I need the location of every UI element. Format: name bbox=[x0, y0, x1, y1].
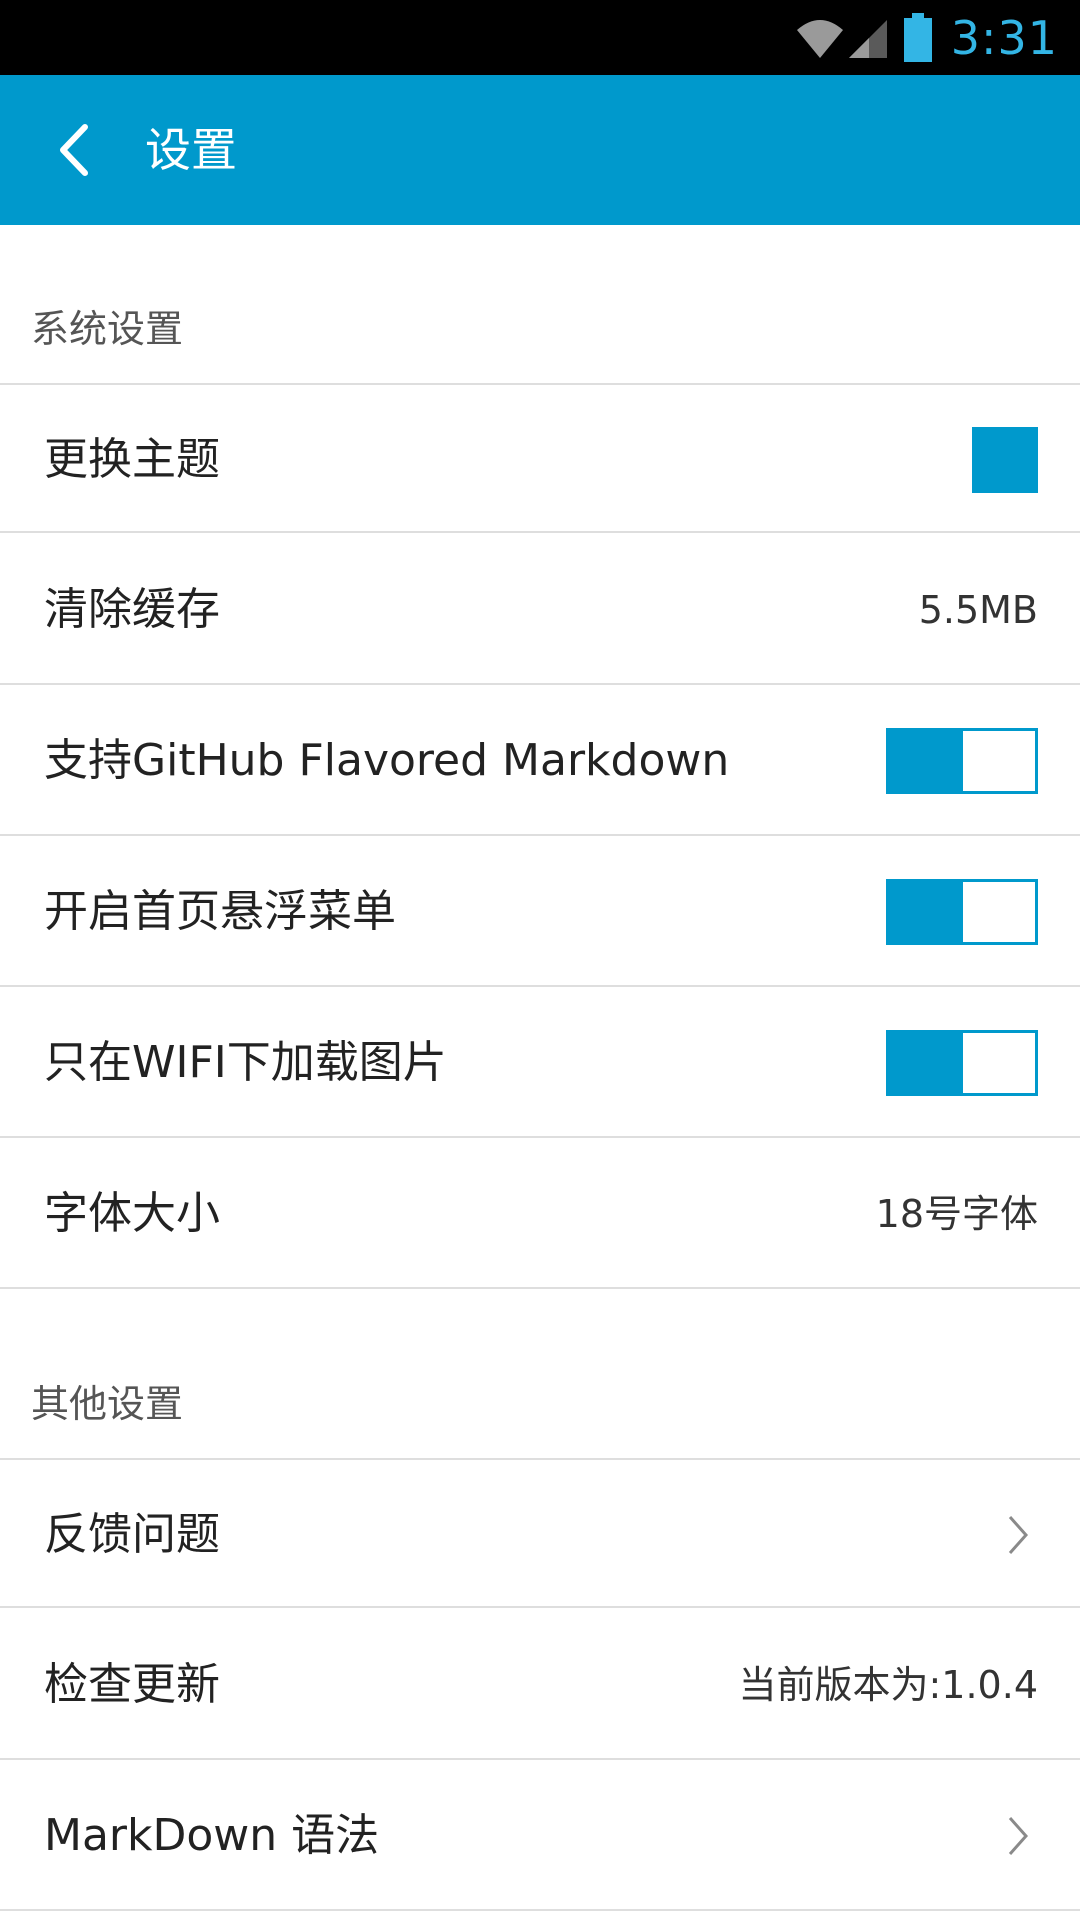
section-header-other: 其他设置 bbox=[31, 1382, 184, 1426]
wifi-images-toggle[interactable] bbox=[886, 1030, 1038, 1096]
toggle-knob bbox=[963, 882, 1035, 942]
font-size-value: 18号字体 bbox=[875, 1192, 1038, 1236]
row-font-size[interactable]: 字体大小 18号字体 bbox=[0, 1139, 1080, 1289]
theme-color-swatch bbox=[972, 427, 1038, 493]
row-label: 检查更新 bbox=[44, 1659, 220, 1710]
row-label: MarkDown 语法 bbox=[44, 1810, 380, 1861]
row-change-theme[interactable]: 更换主题 bbox=[0, 383, 1080, 533]
row-label: 支持GitHub Flavored Markdown bbox=[44, 735, 730, 786]
row-floating-menu: 开启首页悬浮菜单 bbox=[0, 837, 1080, 987]
signal-icon bbox=[848, 19, 887, 58]
row-clear-cache[interactable]: 清除缓存 5.5MB bbox=[0, 535, 1080, 685]
row-gfm-support: 支持GitHub Flavored Markdown bbox=[0, 686, 1080, 836]
chevron-right-icon bbox=[1008, 1817, 1029, 1855]
chevron-left-icon bbox=[60, 124, 88, 176]
app-bar: 设置 bbox=[0, 75, 1080, 225]
row-label: 反馈问题 bbox=[44, 1509, 220, 1560]
wifi-icon bbox=[796, 19, 843, 58]
gfm-toggle[interactable] bbox=[886, 728, 1038, 794]
toggle-knob bbox=[963, 1033, 1035, 1093]
chevron-right-icon bbox=[1008, 1516, 1029, 1554]
row-label: 开启首页悬浮菜单 bbox=[44, 886, 396, 937]
row-markdown-syntax[interactable]: MarkDown 语法 bbox=[0, 1761, 1080, 1911]
back-button[interactable] bbox=[40, 115, 110, 185]
page-title: 设置 bbox=[145, 123, 237, 177]
toggle-knob bbox=[963, 731, 1035, 791]
status-icons: 3:31 bbox=[795, 0, 1058, 75]
status-time: 3:31 bbox=[950, 10, 1058, 65]
row-feedback[interactable]: 反馈问题 bbox=[0, 1458, 1080, 1608]
cache-size-value: 5.5MB bbox=[918, 588, 1038, 632]
battery-icon bbox=[903, 12, 932, 62]
row-check-update[interactable]: 检查更新 当前版本为:1.0.4 bbox=[0, 1610, 1080, 1760]
version-value: 当前版本为:1.0.4 bbox=[738, 1663, 1039, 1707]
row-label: 字体大小 bbox=[44, 1188, 220, 1239]
status-bar: 3:31 bbox=[0, 0, 1080, 75]
row-label: 只在WIFI下加载图片 bbox=[44, 1037, 447, 1088]
section-header-system: 系统设置 bbox=[31, 307, 184, 351]
row-label: 清除缓存 bbox=[44, 584, 220, 635]
floating-menu-toggle[interactable] bbox=[886, 879, 1038, 945]
row-label: 更换主题 bbox=[44, 434, 220, 485]
row-wifi-images: 只在WIFI下加载图片 bbox=[0, 988, 1080, 1138]
